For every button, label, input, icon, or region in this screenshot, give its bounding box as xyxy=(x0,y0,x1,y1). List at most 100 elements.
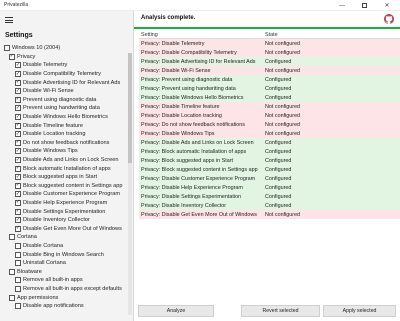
checkbox-unchecked-icon[interactable] xyxy=(15,277,21,284)
table-row[interactable]: Privacy: Disable Settings Experimentatio… xyxy=(139,192,400,201)
checkbox-unchecked-icon[interactable] xyxy=(9,294,15,301)
tree-item[interactable]: ✓ Block automatic Installation of apps xyxy=(4,164,127,173)
tree-item[interactable]: ✓ Block suggested apps in Start xyxy=(4,173,127,182)
checkbox-unchecked-icon[interactable] xyxy=(15,303,21,310)
tree-item[interactable]: Disable Bing in Windows Search xyxy=(4,250,127,259)
tree-item[interactable]: ✓ Disable Windows Tips xyxy=(4,147,127,156)
checkbox-checked-icon[interactable]: ✓ xyxy=(15,225,21,232)
tree-item[interactable]: Cortana xyxy=(4,233,127,242)
column-header-setting[interactable]: Setting xyxy=(139,32,263,38)
checkbox-checked-icon[interactable]: ✓ xyxy=(9,53,15,60)
checkbox-checked-icon[interactable]: ✓ xyxy=(15,96,21,103)
table-row[interactable]: Privacy: Disable Telemetry Not configured xyxy=(139,39,400,48)
table-row[interactable]: Privacy: Prevent using diagnostic data Co… xyxy=(139,75,400,84)
tree-scrollbar-thumb[interactable] xyxy=(128,53,132,163)
checkbox-checked-icon[interactable]: ✓ xyxy=(15,139,21,146)
table-row[interactable]: Privacy: Disable Get Even More Out of Wi… xyxy=(139,210,400,219)
tree-item[interactable]: Uninstall Cortana xyxy=(4,259,127,268)
checkbox-checked-icon[interactable]: ✓ xyxy=(15,88,21,95)
tree-item[interactable]: ✓ Disable Windows Hello Biometrics xyxy=(4,113,127,122)
tree-item[interactable]: ✓ Privacy xyxy=(4,53,127,62)
tree-item[interactable]: ✓ Disable Location tracking xyxy=(4,130,127,139)
tree-item[interactable]: ✓ Disable Compatibility Telemetry xyxy=(4,70,127,79)
tree-item[interactable]: ✓ Disable Settings Experimentation xyxy=(4,207,127,216)
tree-item[interactable]: ✓ Disable Advertising ID for Relevant Ads xyxy=(4,78,127,87)
table-row[interactable]: Privacy: Disable Windows Hello Biometric… xyxy=(139,93,400,102)
checkbox-checked-icon[interactable]: ✓ xyxy=(15,131,21,138)
tree-item[interactable]: ✓ Prevent using diagnostic data xyxy=(4,96,127,105)
tree-item[interactable]: ✓ Do not show feedback notifications xyxy=(4,139,127,148)
tree-item[interactable]: ✓ Disable Customer Experience Program xyxy=(4,190,127,199)
tree-item[interactable]: Disable Cortana xyxy=(4,242,127,251)
table-row[interactable]: Privacy: Disable Windows Tips Not configu… xyxy=(139,129,400,138)
tree-item[interactable]: Disable app notifications xyxy=(4,302,127,311)
checkbox-unchecked-icon[interactable] xyxy=(9,234,15,241)
table-row[interactable]: Privacy: Disable Timeline feature Not con… xyxy=(139,102,400,111)
checkbox-checked-icon[interactable]: ✓ xyxy=(15,71,21,78)
checkbox-checked-icon[interactable]: ✓ xyxy=(15,191,21,198)
tree-item[interactable]: ✓ Disable Ads and Links on Lock Screen xyxy=(4,156,127,165)
table-row[interactable]: Privacy: Disable Compatibility Telemetry… xyxy=(139,48,400,57)
checkbox-checked-icon[interactable]: ✓ xyxy=(15,199,21,206)
checkbox-checked-icon[interactable]: ✓ xyxy=(15,122,21,129)
checkbox-checked-icon[interactable]: ✓ xyxy=(15,165,21,172)
results-grid: Setting State Privacy: Disable Telemetry… xyxy=(139,31,400,219)
checkbox-checked-icon[interactable]: ✓ xyxy=(15,114,21,121)
table-row[interactable]: Privacy: Disable Help Experience Program… xyxy=(139,183,400,192)
tree-item[interactable]: ✓ Prevent using handwriting data xyxy=(4,104,127,113)
checkbox-unchecked-icon[interactable] xyxy=(15,285,21,292)
status-header: Analysis complete. xyxy=(134,11,400,27)
table-row[interactable]: Privacy: Block automatic Installation of… xyxy=(139,147,400,156)
checkbox-checked-icon[interactable]: ✓ xyxy=(15,208,21,215)
table-row[interactable]: Privacy: Disable Inventory Collector Conf… xyxy=(139,201,400,210)
column-header-state[interactable]: State xyxy=(263,32,400,38)
hamburger-icon[interactable] xyxy=(5,17,13,23)
tree-item[interactable]: ✓ Disable Telemetry xyxy=(4,61,127,70)
state-cell: Configured xyxy=(265,193,292,200)
maximize-icon[interactable] xyxy=(356,0,372,11)
tree-item[interactable]: ✓ Disable Get Even More Out of Windows xyxy=(4,224,127,233)
checkbox-unchecked-icon[interactable] xyxy=(15,242,21,249)
tree-item[interactable]: App permissions xyxy=(4,293,127,302)
checkbox-checked-icon[interactable]: ✓ xyxy=(15,148,21,155)
checkbox-unchecked-icon[interactable] xyxy=(15,251,21,258)
table-row[interactable]: Privacy: Disable Location tracking Not co… xyxy=(139,111,400,120)
tree-item[interactable]: Windows 10 (2004) xyxy=(4,44,127,53)
apply-selected-button[interactable]: Apply selected xyxy=(323,305,396,317)
checkbox-unchecked-icon[interactable] xyxy=(15,260,21,267)
checkbox-checked-icon[interactable]: ✓ xyxy=(15,62,21,69)
table-row[interactable]: Privacy: Prevent using handwriting data C… xyxy=(139,84,400,93)
state-cell: Not configured xyxy=(265,103,301,110)
table-row[interactable]: Privacy: Do not show feedback notificati… xyxy=(139,120,400,129)
checkbox-checked-icon[interactable]: ✓ xyxy=(15,217,21,224)
table-row[interactable]: Privacy: Disable Wi-Fi Sense Not configur… xyxy=(139,66,400,75)
checkbox-checked-icon[interactable]: ✓ xyxy=(15,79,21,86)
revert-selected-button[interactable]: Revert selected xyxy=(241,305,320,317)
checkbox-checked-icon[interactable]: ✓ xyxy=(15,157,21,164)
checkbox-checked-icon[interactable]: ✓ xyxy=(15,182,21,189)
table-row[interactable]: Privacy: Block suggested apps in Start Co… xyxy=(139,156,400,165)
table-row[interactable]: Privacy: Disable Advertising ID for Rele… xyxy=(139,57,400,66)
tree-item[interactable]: ✓ Disable Wi-Fi Sense xyxy=(4,87,127,96)
tree-item-label: Disable Get Even More Out of Windows xyxy=(23,225,122,232)
github-icon[interactable] xyxy=(384,14,394,24)
tree-item-label: Remove all built-in apps except defaults xyxy=(23,285,122,292)
tree-item[interactable]: Bloatware xyxy=(4,267,127,276)
tree-item[interactable]: ✓ Disable Timeline feature xyxy=(4,121,127,130)
tree-item[interactable]: ✓ Block suggested content in Settings app xyxy=(4,182,127,191)
minimize-icon[interactable]: — xyxy=(334,0,350,11)
tree-item[interactable]: ✓ Disable Inventory Collector xyxy=(4,216,127,225)
table-row[interactable]: Privacy: Disable Ads and Links on Lock S… xyxy=(139,138,400,147)
checkbox-unchecked-icon[interactable] xyxy=(4,45,10,52)
analyze-button[interactable]: Analyze xyxy=(138,305,214,317)
tree-item[interactable]: Remove all built-in apps xyxy=(4,276,127,285)
checkbox-checked-icon[interactable]: ✓ xyxy=(15,174,21,181)
close-icon[interactable]: ✕ xyxy=(379,0,395,11)
checkbox-unchecked-icon[interactable] xyxy=(9,268,15,275)
tree-scrollbar[interactable] xyxy=(128,53,132,315)
table-row[interactable]: Privacy: Block suggested content in Sett… xyxy=(139,165,400,174)
tree-item[interactable]: Remove all built-in apps except defaults xyxy=(4,285,127,294)
tree-item[interactable]: ✓ Disable Help Experience Program xyxy=(4,199,127,208)
checkbox-checked-icon[interactable]: ✓ xyxy=(15,105,21,112)
table-row[interactable]: Privacy: Disable Customer Experience Pro… xyxy=(139,174,400,183)
